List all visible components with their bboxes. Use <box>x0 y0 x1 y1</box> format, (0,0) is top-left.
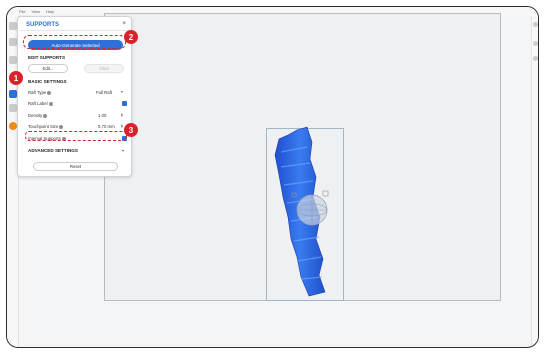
chevron-down-icon[interactable]: ▾ <box>122 148 124 153</box>
info-icon[interactable] <box>48 101 53 106</box>
info-icon[interactable] <box>47 90 52 95</box>
basic-settings-heading: BASIC SETTINGS <box>28 79 67 84</box>
internal-supports-highlight <box>25 131 127 141</box>
title-divider <box>20 30 130 31</box>
clear-button[interactable]: Clear <box>84 64 124 73</box>
density-input[interactable]: 1.00 <box>98 113 106 118</box>
auto-generate-highlight <box>23 35 126 49</box>
app-window: File View Help SUPPORTS × Auto-Generate … <box>6 6 539 348</box>
edit-button[interactable]: Edit... <box>28 64 68 73</box>
touchpoint-size-label: Touchpoint Size <box>28 124 64 129</box>
close-icon[interactable]: × <box>122 21 126 27</box>
callout-badge-2: 2 <box>124 30 138 44</box>
info-icon[interactable] <box>43 113 48 118</box>
density-stepper[interactable]: ▴ ▾ <box>121 112 123 118</box>
raft-label-checkbox[interactable] <box>122 101 127 106</box>
raft-type-label: Raft Type <box>28 90 52 95</box>
reset-button[interactable]: Reset <box>33 162 118 171</box>
touchpoint-stepper[interactable]: ▴ ▾ <box>121 123 123 129</box>
info-icon[interactable] <box>59 124 64 129</box>
gizmo-handle-icon[interactable] <box>322 190 329 197</box>
advanced-settings-heading[interactable]: ADVANCED SETTINGS <box>28 148 78 153</box>
touchpoint-size-input[interactable]: 0.70 mm <box>98 124 115 129</box>
panel-title: SUPPORTS <box>26 22 60 28</box>
raft-type-select[interactable]: Full Raft <box>96 90 112 95</box>
density-label: Density <box>28 113 48 118</box>
callout-badge-3: 3 <box>124 123 138 137</box>
edit-supports-heading: EDIT SUPPORTS <box>28 55 66 60</box>
rotation-gizmo[interactable] <box>296 194 328 226</box>
callout-badge-1: 1 <box>9 71 23 85</box>
chevron-down-icon[interactable]: ▾ <box>121 89 123 94</box>
raft-label-label: Raft Label <box>28 101 53 106</box>
